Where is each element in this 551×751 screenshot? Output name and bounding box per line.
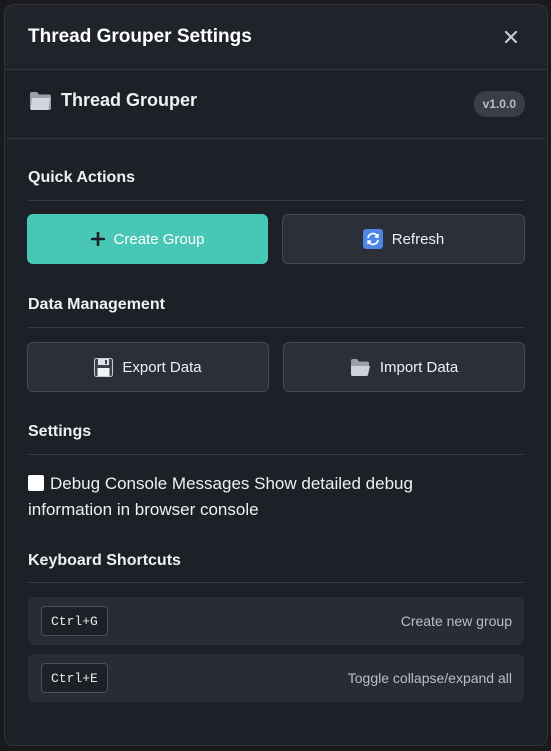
floppy-disk-icon [94,357,114,377]
close-icon[interactable] [501,27,521,47]
section-data-management: Data Management [28,296,165,313]
export-data-label: Export Data [122,358,202,376]
section-quick-actions: Quick Actions [28,169,135,186]
debug-setting: Debug Console Messages Show detailed deb… [28,471,468,523]
dialog-header: Thread Grouper Settings [5,5,547,70]
section-divider [28,327,524,328]
dialog-body: Thread Grouper v1.0.0 Quick Actions Crea… [5,70,547,745]
close-button[interactable] [501,27,521,47]
debug-checkbox[interactable] [28,475,44,491]
debug-label: Debug Console Messages [50,474,250,493]
section-divider [28,200,524,201]
app-name: Thread Grouper [61,90,198,110]
dialog-title: Thread Grouper Settings [28,26,252,47]
section-divider [28,454,524,455]
shortcut-description: Toggle collapse/expand all [347,670,512,686]
section-keyboard-shortcuts: Keyboard Shortcuts [28,552,181,569]
folder-icon [30,91,51,110]
shortcut-description: Create new group [400,613,512,629]
shortcut-key: Ctrl+E [41,663,108,693]
section-divider [28,582,524,583]
app-info-row: Thread Grouper v1.0.0 [6,70,546,139]
refresh-label: Refresh [391,230,445,248]
create-group-label: Create Group [113,230,205,248]
shortcut-row: Ctrl+G Create new group [28,597,524,645]
version-badge: v1.0.0 [473,91,525,117]
refresh-icon [362,229,383,249]
refresh-button[interactable]: Refresh [282,214,525,264]
import-data-button[interactable]: Import Data [283,342,525,392]
settings-dialog: Thread Grouper Settings Thread Grouper v… [4,4,548,746]
open-folder-icon [350,358,370,376]
shortcut-row: Ctrl+E Toggle collapse/expand all [28,654,524,702]
create-group-button[interactable]: Create Group [27,214,268,264]
plus-icon [90,232,105,246]
shortcut-key: Ctrl+G [41,606,108,636]
section-settings: Settings [28,423,92,440]
export-data-button[interactable]: Export Data [27,342,269,392]
import-data-label: Import Data [379,358,459,376]
